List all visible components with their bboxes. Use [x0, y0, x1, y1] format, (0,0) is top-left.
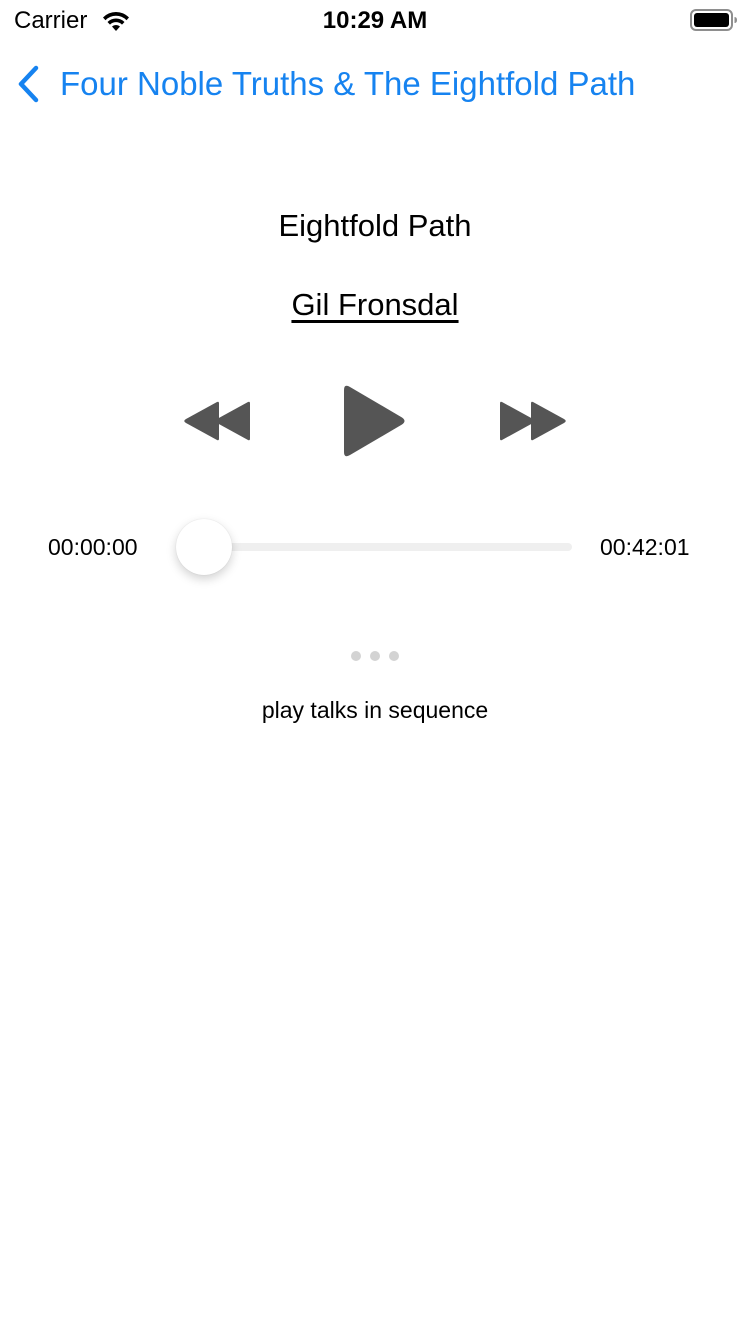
speaker-row: Gil Fronsdal [0, 287, 750, 323]
status-bar: Carrier 10:29 AM [0, 0, 750, 40]
talk-title: Eightfold Path [278, 208, 472, 243]
back-chevron-icon [18, 65, 39, 103]
play-button[interactable] [340, 382, 410, 460]
back-button[interactable]: Four Noble Truths & The Eightfold Path [14, 62, 635, 106]
fast-forward-icon [500, 401, 566, 441]
fast-forward-button[interactable] [498, 398, 570, 444]
play-icon [344, 385, 405, 457]
rewind-icon [184, 401, 250, 441]
player-screen: Carrier 10:29 AM Four Noble Truths & The… [0, 0, 750, 1334]
total-time: 00:42:01 [600, 534, 690, 560]
play-in-sequence-label[interactable]: play talks in sequence [0, 697, 750, 724]
battery-icon [690, 9, 737, 31]
dot [389, 651, 399, 661]
rewind-button[interactable] [180, 398, 252, 444]
seek-slider-thumb[interactable] [176, 519, 232, 575]
seek-slider-track[interactable] [190, 543, 572, 551]
more-options-dots[interactable] [0, 651, 750, 661]
elapsed-time: 00:00:00 [48, 534, 138, 560]
status-time: 10:29 AM [322, 7, 428, 34]
dot [370, 651, 380, 661]
speaker-link[interactable]: Gil Fronsdal [291, 287, 458, 322]
back-button-label: Four Noble Truths & The Eightfold Path [60, 65, 636, 102]
dot [351, 651, 361, 661]
